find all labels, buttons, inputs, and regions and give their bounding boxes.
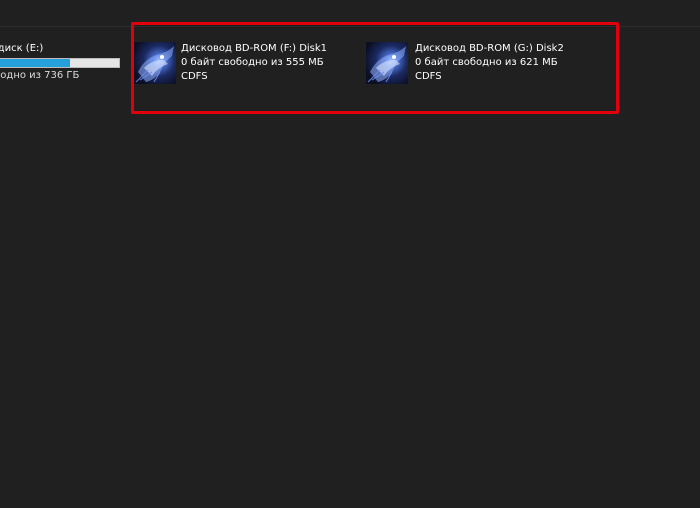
drive-e-usage-fill — [0, 59, 70, 67]
drive-g-free-space: 0 байт свободно из 621 МБ — [415, 57, 558, 68]
drive-f-free-space: 0 байт свободно из 555 МБ — [181, 57, 324, 68]
drive-f-filesystem: CDFS — [181, 71, 208, 82]
drive-f-name: Дисковод BD-ROM (F:) Disk1 — [181, 43, 328, 54]
drive-g-filesystem: CDFS — [415, 71, 442, 82]
drive-f-labels: Дисковод BD-ROM (F:) Disk1 0 байт свобод… — [181, 42, 327, 84]
explorer-view: й диск (E:) ободно из 736 ГБ Дисковод BD… — [0, 0, 700, 508]
drive-e-free-space: ободно из 736 ГБ — [0, 70, 80, 81]
drive-e-usage-bar — [0, 58, 120, 68]
drive-e-name: й диск (E:) — [0, 43, 44, 54]
disc-dragon-icon — [366, 42, 408, 84]
drive-g-name: Дисковод BD-ROM (G:) Disk2 — [415, 43, 564, 54]
disc-dragon-icon — [134, 42, 176, 84]
drive-g-labels: Дисковод BD-ROM (G:) Disk2 0 байт свобод… — [415, 42, 564, 84]
drive-e-tile[interactable]: й диск (E:) ободно из 736 ГБ — [0, 42, 120, 83]
